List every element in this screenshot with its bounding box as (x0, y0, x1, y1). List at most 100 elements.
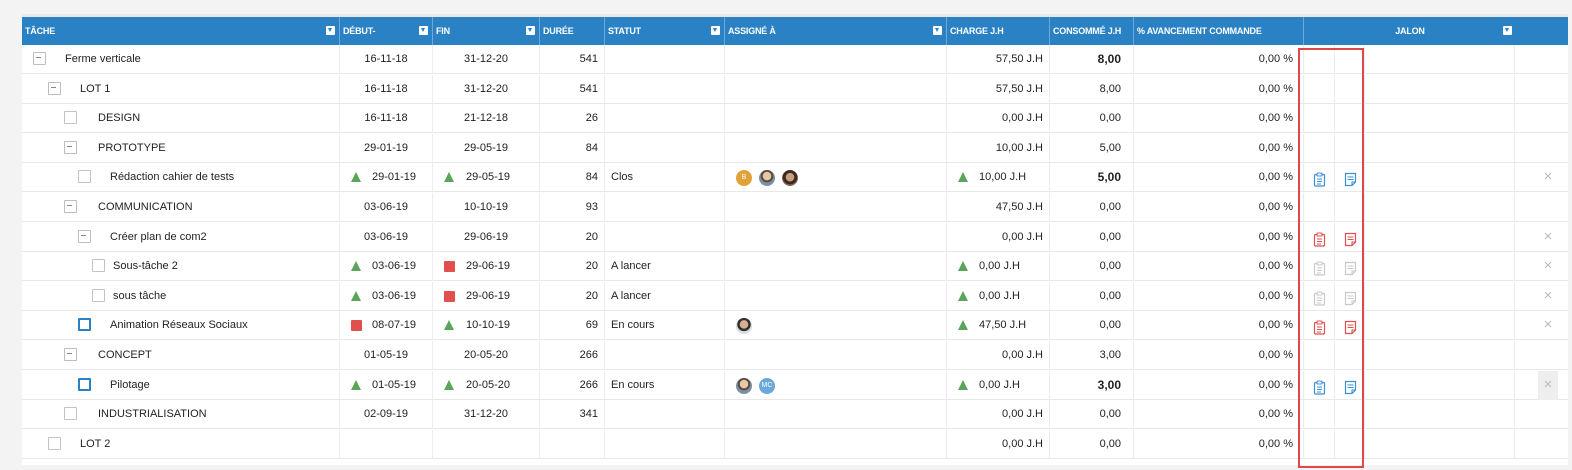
row-checkbox[interactable] (78, 170, 91, 184)
filter-icon[interactable] (933, 26, 942, 35)
table-row[interactable]: Rédaction cahier de tests 29-01-19 29-05-1… (22, 163, 1568, 193)
task-name[interactable]: COMMUNICATION (98, 193, 193, 222)
delete-row-icon[interactable]: × (1538, 311, 1558, 340)
avatar[interactable]: MC (759, 377, 775, 394)
consumed-cell: 8,00 (1050, 45, 1134, 74)
task-name[interactable]: Rédaction cahier de tests (110, 163, 234, 192)
row-checkbox[interactable] (78, 318, 91, 332)
row-checkbox[interactable] (48, 436, 61, 450)
actions-cell: × (1515, 223, 1568, 252)
collapse-toggle-icon[interactable] (64, 348, 77, 361)
assignee-cell (725, 74, 947, 104)
actions-cell (1515, 400, 1568, 429)
row-checkbox[interactable] (78, 377, 91, 391)
delete-row-icon[interactable]: × (1538, 370, 1558, 400)
milestone-icon-cell-2 (1335, 193, 1365, 222)
row-checkbox[interactable] (92, 288, 105, 302)
clipboard-icon[interactable] (1313, 170, 1326, 187)
collapse-toggle-icon[interactable] (64, 200, 77, 213)
clipboard-icon[interactable] (1313, 318, 1326, 335)
task-name[interactable]: LOT 1 (80, 75, 110, 104)
table-row[interactable]: PROTOTYPE 29-01-19 29-05-19 84 10,00 J.H 5,00… (22, 133, 1568, 163)
avatar[interactable] (736, 377, 752, 394)
header-debut[interactable]: DÉBUT- (340, 17, 433, 45)
note-document-icon[interactable] (1344, 318, 1357, 335)
filter-icon[interactable] (711, 26, 720, 35)
collapse-toggle-icon[interactable] (33, 52, 46, 65)
row-checkbox[interactable] (64, 407, 77, 421)
delete-row-icon[interactable]: × (1538, 282, 1558, 311)
task-name[interactable]: INDUSTRIALISATION (98, 400, 207, 429)
table-row[interactable]: INDUSTRIALISATION 02-09-19 31-12-20 341 0,00… (22, 400, 1568, 430)
table-row[interactable]: Pilotage 01-05-19 20-05-20 266 En cours MC 0,0… (22, 370, 1568, 400)
note-document-icon[interactable] (1344, 259, 1357, 276)
clipboard-icon[interactable] (1313, 230, 1326, 247)
end-date-cell: 29-06-19 (433, 281, 540, 311)
progress-cell: 0,00 % (1134, 133, 1304, 163)
consumed-cell: 0,00 (1050, 252, 1134, 282)
table-row[interactable]: LOT 2 0,00 J.H 0,00 0,00 % (22, 429, 1568, 459)
task-name[interactable]: Animation Réseaux Sociaux (110, 311, 248, 340)
header-consomme[interactable]: CONSOMMÉ J.H (1050, 17, 1134, 45)
task-name[interactable]: PROTOTYPE (98, 134, 166, 163)
header-duree[interactable]: DURÉE (540, 17, 605, 45)
delete-row-icon[interactable]: × (1538, 223, 1558, 252)
filter-icon[interactable] (1503, 26, 1512, 35)
table-row[interactable]: Ferme verticale 16-11-18 31-12-20 541 57,50 … (22, 45, 1568, 74)
avatar[interactable] (736, 318, 752, 335)
task-name[interactable]: Pilotage (110, 371, 150, 400)
status-cell (605, 74, 725, 104)
collapse-toggle-icon[interactable] (48, 81, 61, 95)
header-assigne[interactable]: ASSIGNÉ À (725, 17, 947, 45)
table-row[interactable]: LOT 1 16-11-18 31-12-20 541 57,50 J.H 8,00 0,0… (22, 74, 1568, 104)
header-avancement[interactable]: % AVANCEMENT COMMANDE (1134, 17, 1304, 45)
milestone-cell (1365, 104, 1515, 134)
note-document-icon[interactable] (1344, 289, 1357, 305)
task-name[interactable]: LOT 2 (80, 430, 110, 459)
filter-icon[interactable] (326, 26, 335, 35)
task-name[interactable]: DESIGN (98, 104, 140, 133)
status-text: A lancer (611, 260, 651, 273)
header-jalon[interactable]: JALON (1304, 17, 1516, 45)
table-row[interactable]: sous tâche 03-06-19 29-06-19 20 A lancer 0,00… (22, 281, 1568, 311)
table-row[interactable]: COMMUNICATION 03-06-19 10-10-19 93 47,50 J.H… (22, 193, 1568, 222)
table-row[interactable]: CONCEPT 01-05-19 20-05-20 266 0,00 J.H 3,00 0,… (22, 341, 1568, 370)
task-name[interactable]: Ferme verticale (65, 45, 141, 74)
grid-header: TÂCHE DÉBUT- FIN DURÉE STATUT ASSIGNÉ À … (22, 17, 1568, 45)
avatar[interactable]: B (736, 170, 752, 187)
collapse-toggle-icon[interactable] (78, 229, 91, 243)
task-name[interactable]: Créer plan de com2 (110, 223, 207, 252)
task-name[interactable]: Sous-tâche 2 (113, 252, 178, 281)
header-charge[interactable]: CHARGE J.H (947, 17, 1050, 45)
avatar[interactable] (759, 170, 775, 187)
delete-row-icon[interactable]: × (1538, 252, 1558, 281)
header-fin[interactable]: FIN (433, 17, 540, 45)
note-document-icon[interactable] (1344, 170, 1357, 187)
filter-icon[interactable] (419, 26, 428, 35)
header-statut[interactable]: STATUT (605, 17, 725, 45)
table-row[interactable]: Animation Réseaux Sociaux 08-07-19 10-10-1… (22, 311, 1568, 341)
collapse-toggle-icon[interactable] (64, 140, 77, 154)
header-tache[interactable]: TÂCHE (22, 17, 340, 45)
filter-icon[interactable] (526, 26, 535, 35)
status-cell (605, 429, 725, 459)
duration-cell: 84 (540, 163, 605, 193)
avatar[interactable] (782, 170, 798, 187)
status-ok-triangle-icon (444, 320, 454, 331)
clipboard-icon[interactable] (1313, 289, 1326, 306)
note-document-icon[interactable] (1344, 230, 1357, 246)
row-checkbox[interactable] (64, 111, 77, 125)
note-document-icon[interactable] (1344, 378, 1357, 394)
end-date: 31-12-20 (463, 408, 509, 421)
table-row[interactable]: DESIGN 16-11-18 21-12-18 26 0,00 J.H 0,00 0,00… (22, 104, 1568, 134)
table-row[interactable]: Créer plan de com2 03-06-19 29-06-19 20 0,00… (22, 222, 1568, 252)
row-checkbox[interactable] (92, 259, 105, 273)
clipboard-icon[interactable] (1313, 259, 1326, 276)
task-name[interactable]: sous tâche (113, 282, 166, 311)
workload-value: 57,50 J.H (995, 82, 1043, 95)
end-date: 31-12-20 (463, 82, 509, 95)
clipboard-icon[interactable] (1313, 378, 1326, 395)
delete-row-icon[interactable]: × (1538, 163, 1558, 192)
task-name[interactable]: CONCEPT (98, 341, 152, 370)
table-row[interactable]: Sous-tâche 2 03-06-19 29-06-19 20 A lancer 0,… (22, 252, 1568, 282)
